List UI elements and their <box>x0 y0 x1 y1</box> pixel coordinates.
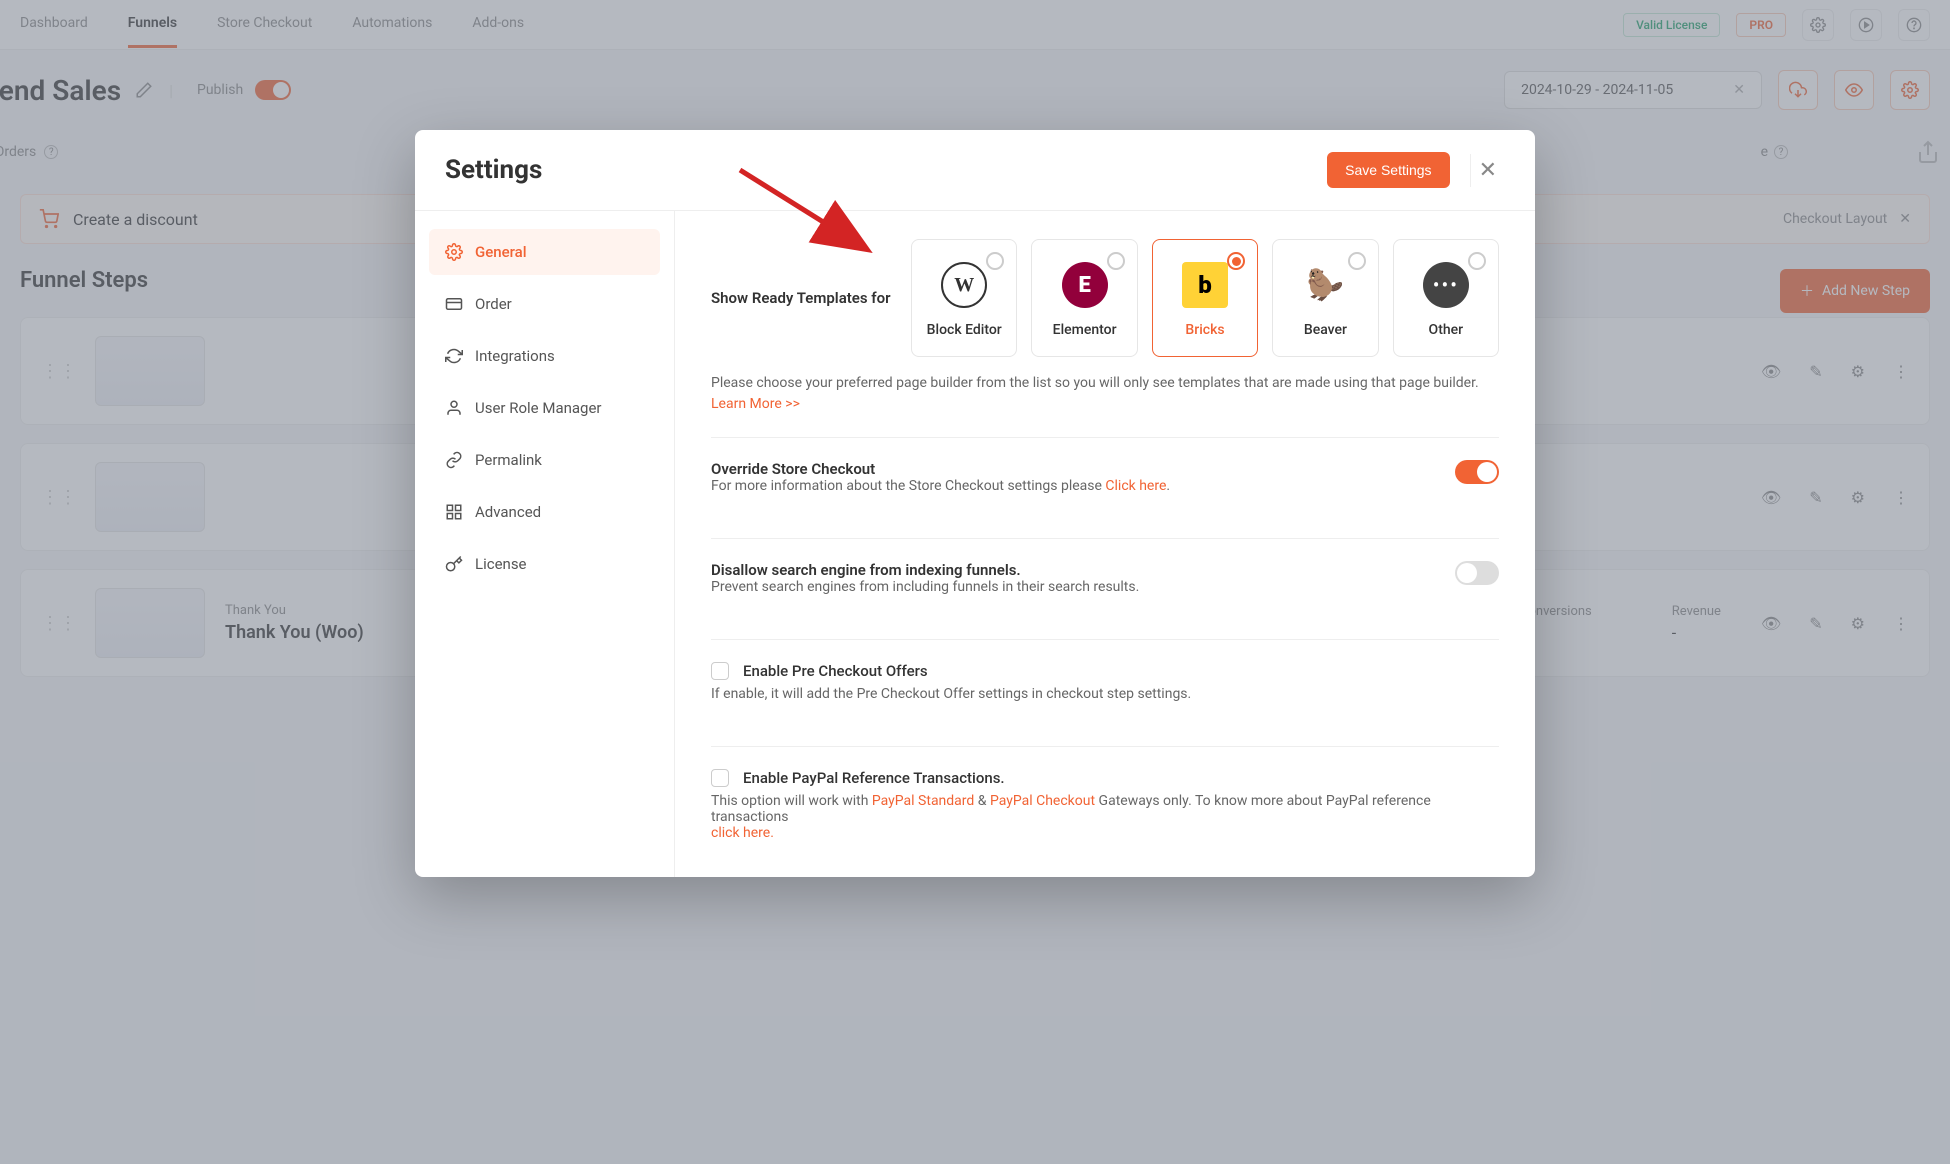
close-dialog-button[interactable]: ✕ <box>1470 154 1505 187</box>
grid-icon <box>445 503 463 521</box>
paypal-click-here-link[interactable]: click here. <box>711 825 774 841</box>
builder-beaver[interactable]: 🦫 Beaver <box>1272 239 1378 357</box>
amp: & <box>974 793 990 809</box>
paypal-desc-pre: This option will work with <box>711 793 872 809</box>
modal-overlay: Settings Save Settings ✕ General Order I… <box>0 0 1950 1164</box>
disallow-title: Disallow search engine from indexing fun… <box>711 561 1455 579</box>
override-checkout-title: Override Store Checkout <box>711 460 1455 478</box>
nav-permalink[interactable]: Permalink <box>429 437 660 483</box>
period: . <box>1166 478 1170 494</box>
nav-advanced[interactable]: Advanced <box>429 489 660 535</box>
builder-name: Bricks <box>1163 322 1247 338</box>
override-desc: For more information about the Store Che… <box>711 478 1105 494</box>
refresh-icon <box>445 347 463 365</box>
link-icon <box>445 451 463 469</box>
radio-icon <box>1227 252 1245 270</box>
save-settings-button[interactable]: Save Settings <box>1327 152 1449 188</box>
builder-help-text: Please choose your preferred page builde… <box>711 375 1479 391</box>
learn-more-link[interactable]: Learn More >> <box>711 396 800 412</box>
settings-dialog: Settings Save Settings ✕ General Order I… <box>415 130 1535 877</box>
nav-integrations[interactable]: Integrations <box>429 333 660 379</box>
builder-name: Beaver <box>1283 322 1367 338</box>
gear-icon <box>445 243 463 261</box>
nav-license[interactable]: License <box>429 541 660 587</box>
builder-bricks[interactable]: b Bricks <box>1152 239 1258 357</box>
nav-user-role[interactable]: User Role Manager <box>429 385 660 431</box>
dialog-title: Settings <box>445 155 542 185</box>
radio-icon <box>1107 252 1125 270</box>
radio-icon <box>986 252 1004 270</box>
beaver-icon: 🦫 <box>1302 262 1348 308</box>
nav-general[interactable]: General <box>429 229 660 275</box>
radio-icon <box>1468 252 1486 270</box>
wordpress-icon: W <box>941 262 987 308</box>
nav-order[interactable]: Order <box>429 281 660 327</box>
key-icon <box>445 555 463 573</box>
builder-name: Block Editor <box>922 322 1006 338</box>
disallow-toggle[interactable] <box>1455 561 1499 585</box>
builder-block-editor[interactable]: W Block Editor <box>911 239 1017 357</box>
builder-other[interactable]: ••• Other <box>1393 239 1499 357</box>
settings-side-nav: General Order Integrations User Role Man… <box>415 211 675 877</box>
precheckout-desc: If enable, it will add the Pre Checkout … <box>711 686 1499 702</box>
paypal-title: Enable PayPal Reference Transactions. <box>743 769 1499 787</box>
builder-name: Elementor <box>1042 322 1126 338</box>
more-icon: ••• <box>1423 262 1469 308</box>
builder-elementor[interactable]: E Elementor <box>1031 239 1137 357</box>
precheckout-title: Enable Pre Checkout Offers <box>743 662 1499 680</box>
builder-name: Other <box>1404 322 1488 338</box>
paypal-checkbox[interactable] <box>711 769 729 787</box>
templates-label: Show Ready Templates for <box>711 289 891 307</box>
settings-main-pane: Show Ready Templates for W Block Editor E… <box>675 211 1535 877</box>
card-icon <box>445 295 463 313</box>
override-toggle[interactable] <box>1455 460 1499 484</box>
paypal-standard-link[interactable]: PayPal Standard <box>872 793 974 809</box>
disallow-desc: Prevent search engines from including fu… <box>711 579 1455 595</box>
elementor-icon: E <box>1062 262 1108 308</box>
user-icon <box>445 399 463 417</box>
override-click-here-link[interactable]: Click here <box>1105 478 1166 494</box>
bricks-icon: b <box>1182 262 1228 308</box>
paypal-checkout-link[interactable]: PayPal Checkout <box>990 793 1095 809</box>
radio-icon <box>1348 252 1366 270</box>
precheckout-checkbox[interactable] <box>711 662 729 680</box>
